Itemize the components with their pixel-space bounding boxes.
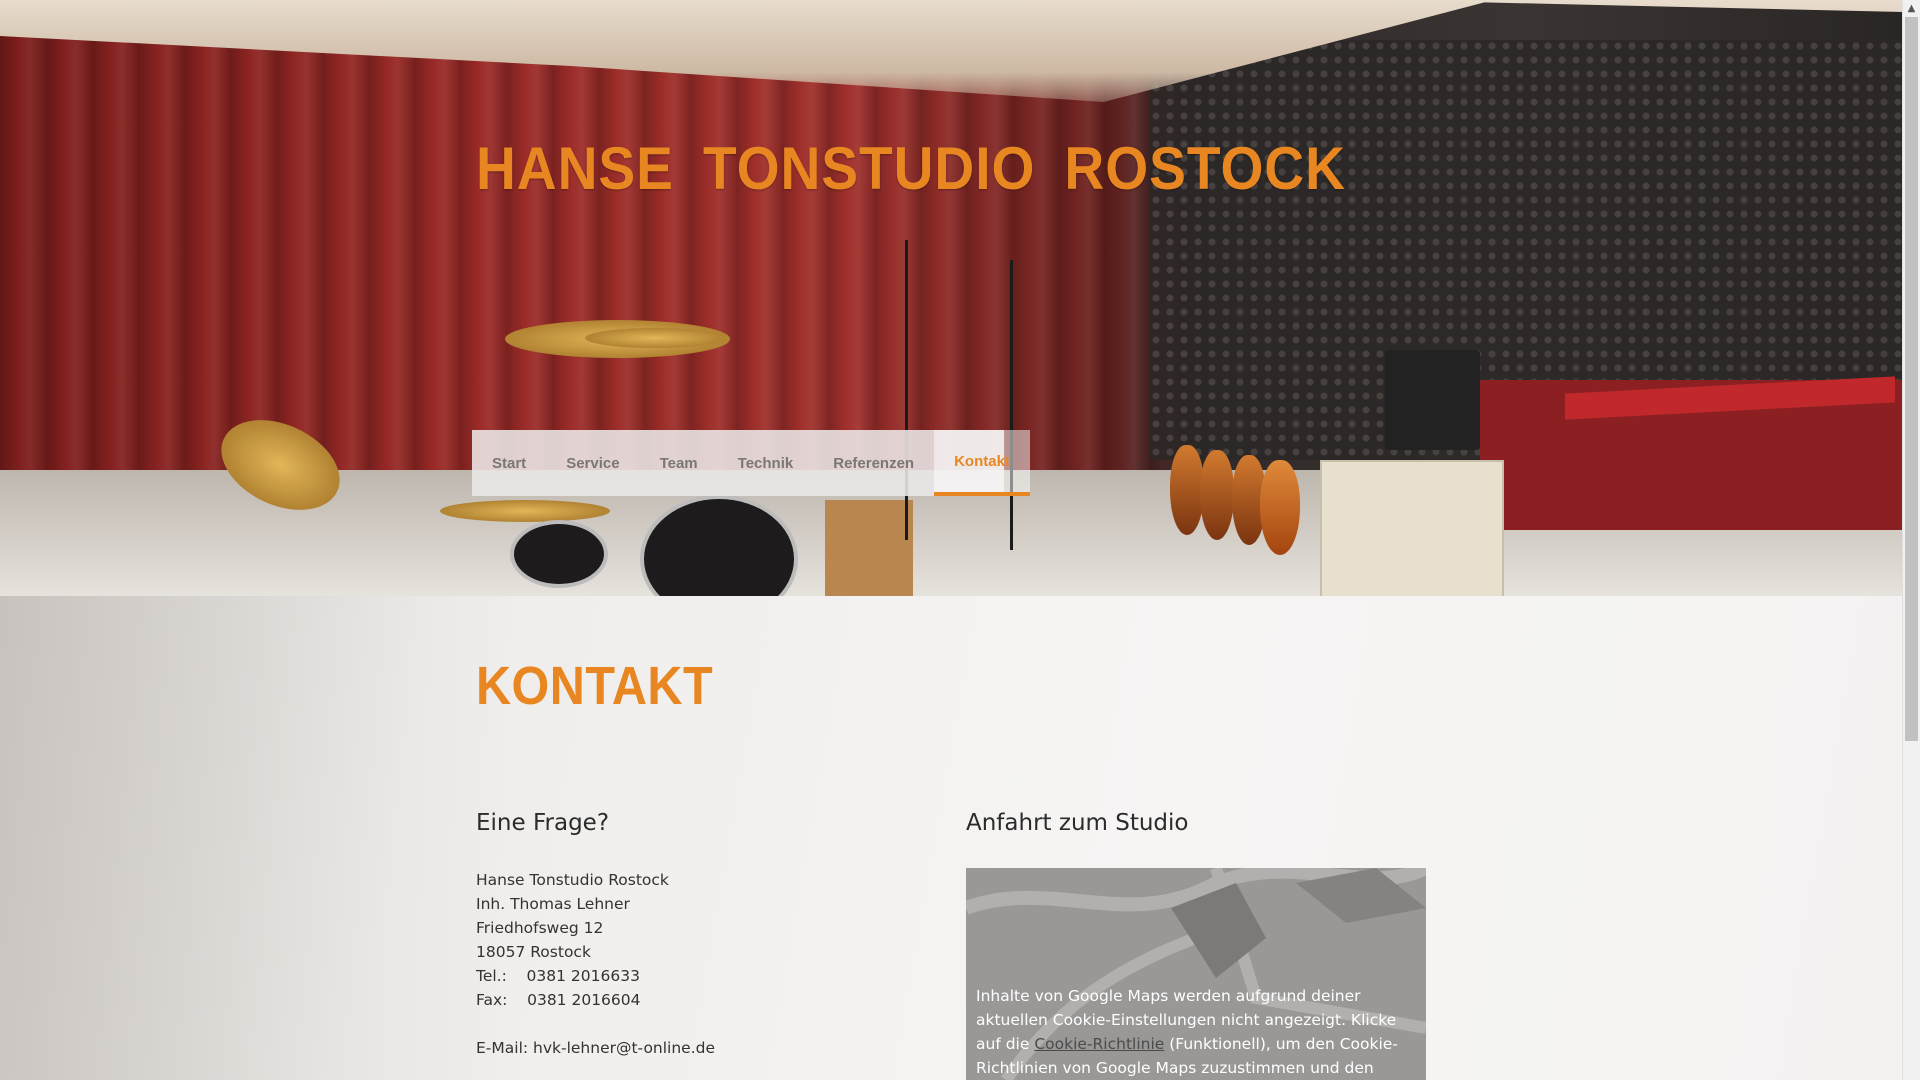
site-title[interactable]: HANSE TONSTUDIO ROSTOCK bbox=[476, 134, 1346, 203]
phone-line: Tel.: 0381 2016633 bbox=[476, 967, 640, 985]
guitar bbox=[1200, 450, 1234, 540]
map-placeholder: Inhalte von Google Maps werden aufgrund … bbox=[966, 868, 1426, 1080]
directions-section-title: Anfahrt zum Studio bbox=[966, 810, 1189, 836]
address-line: Inh. Thomas Lehner bbox=[476, 895, 630, 913]
cymbal bbox=[585, 328, 725, 348]
fax-line: Fax: 0381 2016604 bbox=[476, 991, 641, 1009]
scrollbar-thumb[interactable] bbox=[1905, 17, 1918, 741]
cymbal bbox=[440, 500, 610, 522]
nav-item-team[interactable]: Team bbox=[640, 430, 718, 496]
page-title: KONTAKT bbox=[476, 656, 714, 716]
address-line: 18057 Rostock bbox=[476, 943, 591, 961]
maps-cookie-notice: Inhalte von Google Maps werden aufgrund … bbox=[976, 984, 1421, 1080]
address-line: Friedhofsweg 12 bbox=[476, 919, 604, 937]
scroll-up-arrow-icon[interactable]: ▲ bbox=[1903, 0, 1920, 17]
cajon bbox=[825, 500, 913, 596]
hero-banner: HANSE TONSTUDIO ROSTOCK Start Service Te… bbox=[0, 0, 1903, 596]
mic-stand bbox=[1010, 260, 1013, 550]
nav-item-service[interactable]: Service bbox=[546, 430, 639, 496]
nav-item-kontakt[interactable]: Kontakt bbox=[934, 430, 1030, 496]
content-background bbox=[0, 596, 1903, 1080]
contact-address: Hanse Tonstudio Rostock Inh. Thomas Lehn… bbox=[476, 868, 715, 1060]
tom-drum bbox=[510, 520, 608, 588]
vertical-scrollbar[interactable]: ▲ bbox=[1902, 0, 1920, 1080]
cookie-policy-link[interactable]: Cookie-Richtlinie bbox=[1034, 1035, 1164, 1053]
main-navigation: Start Service Team Technik Referenzen Ko… bbox=[472, 430, 1030, 496]
nav-item-technik[interactable]: Technik bbox=[718, 430, 814, 496]
nav-item-start[interactable]: Start bbox=[472, 430, 546, 496]
guitar bbox=[1170, 445, 1204, 535]
speaker-cabinet bbox=[1385, 350, 1480, 450]
equipment-cabinet bbox=[1320, 460, 1504, 596]
guitar bbox=[1260, 460, 1300, 555]
contact-section-title: Eine Frage? bbox=[476, 810, 610, 836]
email-line[interactable]: E-Mail: hvk-lehner@t-online.de bbox=[476, 1036, 715, 1060]
nav-item-referenzen[interactable]: Referenzen bbox=[813, 430, 934, 496]
address-line: Hanse Tonstudio Rostock bbox=[476, 871, 669, 889]
